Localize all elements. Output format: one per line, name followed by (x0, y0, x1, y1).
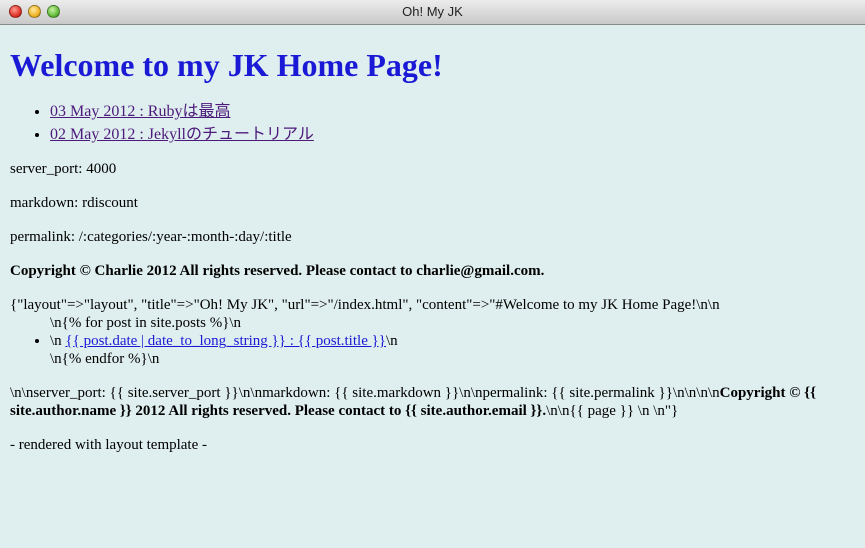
server-port-text: server_port: 4000 (10, 161, 117, 177)
raw-loop-end: \n{% endfor %}\n (50, 351, 160, 367)
footer-text: - rendered with layout template - (10, 437, 208, 453)
raw-tail-end: \n\n{{ page }} \n \n"} (546, 403, 679, 419)
page-content: Welcome to my JK Home Page! 03 May 2012 … (0, 47, 865, 454)
copyright-bold: Copyright © Charlie 2012 All rights rese… (10, 263, 545, 279)
raw-page-dump: {"layout"=>"layout", "title"=>"Oh! My JK… (10, 296, 855, 420)
browser-window: Oh! My JK Welcome to my JK Home Page! 03… (0, 0, 865, 548)
page-heading: Welcome to my JK Home Page! (10, 47, 443, 83)
post-list-item: 02 May 2012 : Jekyllのチュートリアル (50, 123, 855, 146)
raw-tail-plain: \n\nserver_port: {{ site.server_port }}\… (10, 385, 720, 401)
markdown-text: markdown: rdiscount (10, 195, 138, 211)
raw-dump-line: {"layout"=>"layout", "title"=>"Oh! My JK… (10, 297, 720, 313)
window-title: Oh! My JK (402, 4, 463, 19)
raw-dump-tail: \n\nserver_port: {{ site.server_port }}\… (10, 384, 855, 420)
raw-item-prefix: \n (50, 333, 66, 349)
copyright-text: Copyright © Charlie 2012 All rights rese… (10, 262, 855, 280)
post-list-item: 03 May 2012 : Rubyは最高 (50, 100, 855, 123)
raw-dump-list: \n{% for post in site.posts %}\n \n {{ p… (10, 314, 855, 368)
post-list: 03 May 2012 : Rubyは最高 02 May 2012 : Jeky… (10, 100, 855, 146)
raw-loop-item: \n {{ post.date | date_to_long_string }}… (50, 332, 855, 350)
title-bar[interactable]: Oh! My JK (0, 0, 865, 25)
raw-loop-start: \n{% for post in site.posts %}\n (50, 315, 242, 331)
post-link[interactable]: 02 May 2012 : Jekyllのチュートリアル (50, 126, 314, 143)
raw-item-suffix: \n (386, 333, 398, 349)
raw-template-link[interactable]: {{ post.date | date_to_long_string }} : … (65, 333, 386, 349)
post-link[interactable]: 03 May 2012 : Rubyは最高 (50, 103, 230, 120)
permalink-text: permalink: /:categories/:year-:month-:da… (10, 229, 292, 245)
